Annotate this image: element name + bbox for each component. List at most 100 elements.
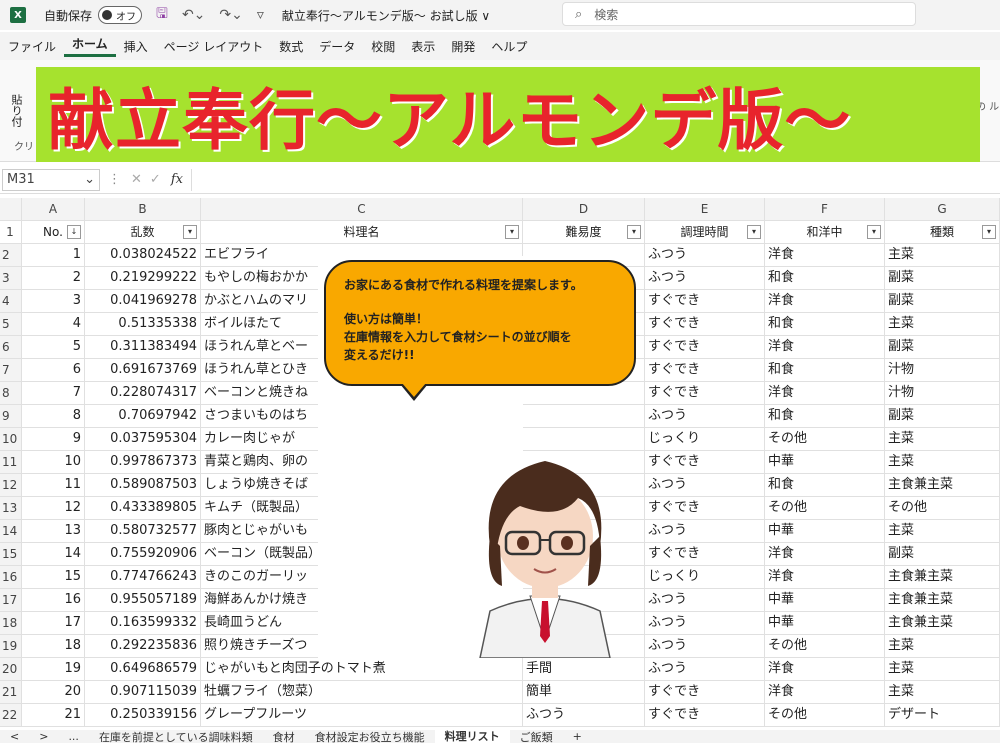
cell-kind[interactable]: 主菜 (885, 244, 1000, 267)
row-header[interactable]: 21 (0, 681, 22, 704)
row-header[interactable]: 19 (0, 635, 22, 658)
cell-time[interactable]: ふつう (645, 520, 765, 543)
cell-time[interactable]: すぐでき (645, 681, 765, 704)
redo-icon[interactable]: ↷⌄ (219, 7, 242, 23)
cell-kind[interactable]: 主菜 (885, 520, 1000, 543)
insert-function-button[interactable]: fx (171, 172, 183, 187)
cell-no[interactable]: 19 (22, 658, 85, 681)
search-input[interactable]: ⌕ 検索 (562, 2, 916, 26)
menu-file[interactable]: ファイル (0, 38, 64, 55)
menu-help[interactable]: ヘルプ (483, 38, 535, 55)
cell-rand[interactable]: 0.580732577 (85, 520, 201, 543)
cell-no[interactable]: 16 (22, 589, 85, 612)
cell-kind[interactable]: 主菜 (885, 428, 1000, 451)
cell-kind[interactable]: 主菜 (885, 313, 1000, 336)
cell-rand[interactable]: 0.041969278 (85, 290, 201, 313)
cell-diff[interactable]: 手間 (523, 658, 645, 681)
cell-style[interactable]: その他 (765, 704, 885, 727)
tab-scroll-right[interactable]: > (29, 730, 58, 743)
menu-view[interactable]: 表示 (403, 38, 443, 55)
cell-style[interactable]: その他 (765, 497, 885, 520)
tab-recipe-list[interactable]: 料理リスト (434, 730, 510, 743)
cell-time[interactable]: ふつう (645, 589, 765, 612)
cell-kind[interactable]: 主菜 (885, 681, 1000, 704)
menu-review[interactable]: 校閲 (363, 38, 403, 55)
cell-style[interactable]: 和食 (765, 474, 885, 497)
file-name[interactable]: 献立奉行～アルモンデ版～ お試し版 ∨ (282, 7, 490, 24)
cell-diff[interactable]: 簡単 (523, 681, 645, 704)
cell-time[interactable]: ふつう (645, 635, 765, 658)
cell-rand[interactable]: 0.51335338 (85, 313, 201, 336)
tab-ingredient-settings[interactable]: 食材設定お役立ち機能 (305, 730, 435, 743)
cell-style[interactable]: その他 (765, 428, 885, 451)
cell-no[interactable]: 5 (22, 336, 85, 359)
cell-rand[interactable]: 0.163599332 (85, 612, 201, 635)
cell-kind[interactable]: デザート (885, 704, 1000, 727)
column-header-c[interactable]: C (201, 198, 523, 221)
cell-time[interactable]: ふつう (645, 658, 765, 681)
cell-time[interactable]: ふつう (645, 612, 765, 635)
menu-developer[interactable]: 開発 (443, 38, 483, 55)
cell-name[interactable]: 牡蠣フライ（惣菜） (201, 681, 523, 704)
menu-page-layout[interactable]: ページ レイアウト (156, 38, 272, 55)
cell-no[interactable]: 7 (22, 382, 85, 405)
column-header-g[interactable]: G (885, 198, 1000, 221)
row-header[interactable]: 12 (0, 474, 22, 497)
cell-style[interactable]: 和食 (765, 267, 885, 290)
row-header[interactable]: 18 (0, 612, 22, 635)
cell-kind[interactable]: 主食兼主菜 (885, 474, 1000, 497)
cell-time[interactable]: じっくり (645, 566, 765, 589)
cell-rand[interactable]: 0.755920906 (85, 543, 201, 566)
cell-name[interactable]: じゃがいもと肉団子のトマト煮 (201, 658, 523, 681)
cell-no[interactable]: 18 (22, 635, 85, 658)
cell-style[interactable]: 和食 (765, 359, 885, 382)
cell-rand[interactable]: 0.649686579 (85, 658, 201, 681)
tab-ingredients[interactable]: 食材 (263, 730, 305, 743)
filter-dropdown-icon[interactable]: ▾ (183, 225, 197, 239)
cell-no[interactable]: 14 (22, 543, 85, 566)
cell-time[interactable]: すぐでき (645, 451, 765, 474)
menu-insert[interactable]: 挿入 (116, 38, 156, 55)
select-all-corner[interactable] (0, 198, 22, 221)
cell-style[interactable]: 洋食 (765, 566, 885, 589)
cell-kind[interactable]: 副菜 (885, 290, 1000, 313)
cell-time[interactable]: すぐでき (645, 382, 765, 405)
cell-style[interactable]: 中華 (765, 451, 885, 474)
menu-data[interactable]: データ (311, 38, 363, 55)
cell-time[interactable]: すぐでき (645, 497, 765, 520)
cell-no[interactable]: 17 (22, 612, 85, 635)
row-header[interactable]: 7 (0, 359, 22, 382)
column-header-d[interactable]: D (523, 198, 645, 221)
cell-style[interactable]: 和食 (765, 405, 885, 428)
cell-no[interactable]: 15 (22, 566, 85, 589)
cell-rand[interactable]: 0.433389805 (85, 497, 201, 520)
row-header[interactable]: 16 (0, 566, 22, 589)
cell-no[interactable]: 20 (22, 681, 85, 704)
row-header[interactable]: 9 (0, 405, 22, 428)
formula-input[interactable] (190, 168, 1000, 191)
filter-dropdown-icon[interactable]: ▾ (747, 225, 761, 239)
cell-time[interactable]: すぐでき (645, 313, 765, 336)
cell-rand[interactable]: 0.589087503 (85, 474, 201, 497)
cell-style[interactable]: 中華 (765, 612, 885, 635)
tab-more[interactable]: ... (58, 730, 89, 743)
cell-rand[interactable]: 0.691673769 (85, 359, 201, 382)
tab-scroll-left[interactable]: < (0, 730, 29, 743)
cell-kind[interactable]: 主食兼主菜 (885, 612, 1000, 635)
row-header[interactable]: 4 (0, 290, 22, 313)
filter-dropdown-icon[interactable]: ▾ (627, 225, 641, 239)
cell-diff[interactable]: ふつう (523, 704, 645, 727)
row-header[interactable]: 10 (0, 428, 22, 451)
cell-time[interactable]: すぐでき (645, 336, 765, 359)
cell-no[interactable]: 10 (22, 451, 85, 474)
cell-rand[interactable]: 0.038024522 (85, 244, 201, 267)
cell-style[interactable]: 洋食 (765, 290, 885, 313)
tab-rice[interactable]: ご飯類 (510, 730, 563, 743)
customize-toolbar-icon[interactable]: ▿ (257, 7, 264, 23)
cell-kind[interactable]: 主菜 (885, 451, 1000, 474)
cell-kind[interactable]: 副菜 (885, 336, 1000, 359)
add-sheet-button[interactable]: + (563, 730, 592, 743)
save-icon[interactable]: 🖫 (156, 3, 168, 27)
cell-rand[interactable]: 0.907115039 (85, 681, 201, 704)
cell-style[interactable]: 洋食 (765, 244, 885, 267)
